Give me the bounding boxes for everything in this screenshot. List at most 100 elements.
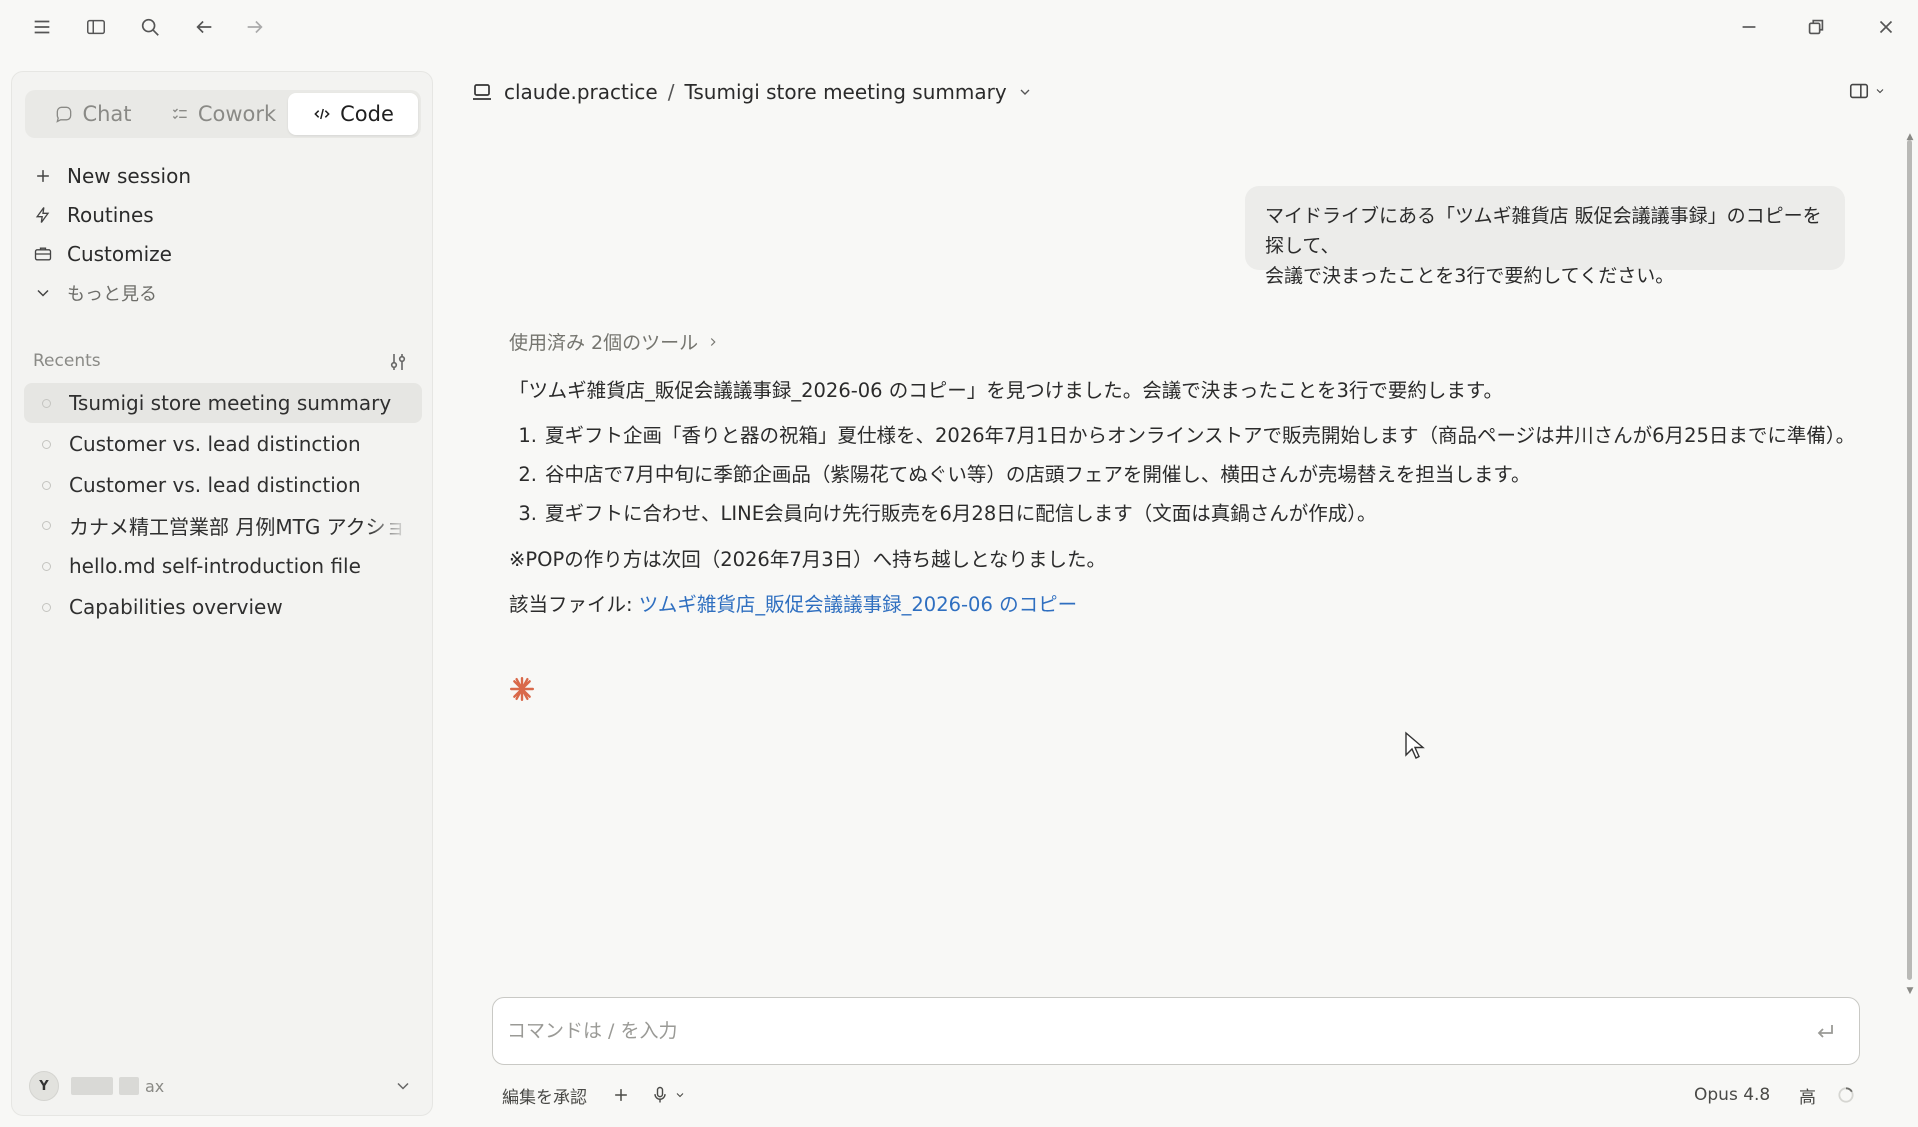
workspace-name[interactable]: claude.practice bbox=[504, 80, 658, 104]
recents-heading: Recents bbox=[33, 351, 101, 371]
user-message-line: マイドライブにある「ツムギ雑貨店 販促会議議事録」のコピーを探して、 bbox=[1265, 205, 1822, 257]
panel-icon bbox=[1849, 83, 1869, 99]
redacted-name-block bbox=[119, 1077, 139, 1095]
routines-label: Routines bbox=[67, 203, 154, 227]
recent-item[interactable]: Customer vs. lead distinction bbox=[24, 465, 422, 505]
plus-icon bbox=[615, 1089, 627, 1101]
recent-item-label: カナメ精工営業部 月例MTG アクション項目 bbox=[69, 514, 409, 539]
tab-code[interactable]: Code bbox=[288, 93, 418, 135]
command-input[interactable] bbox=[507, 1012, 1787, 1050]
tools-used-label: 使用済み 2個のツール bbox=[509, 332, 699, 354]
status-dot-icon bbox=[42, 602, 51, 612]
recent-item-label: Customer vs. lead distinction bbox=[69, 432, 361, 456]
recent-item[interactable]: Tsumigi store meeting summary bbox=[24, 383, 422, 423]
new-session-label: New session bbox=[67, 164, 192, 188]
user-message-bubble: マイドライブにある「ツムギ雑貨店 販促会議議事録」のコピーを探して、 会議で決ま… bbox=[1245, 186, 1845, 287]
recent-item[interactable]: hello.md self-introduction file bbox=[24, 546, 422, 586]
plus-icon bbox=[37, 170, 49, 182]
lightning-icon bbox=[35, 207, 50, 223]
chevron-right-icon bbox=[710, 337, 716, 346]
chevron-down-icon[interactable] bbox=[1017, 84, 1033, 100]
status-dot-icon bbox=[42, 561, 51, 571]
context-usage-ring bbox=[1836, 1080, 1856, 1110]
command-composer[interactable] bbox=[492, 997, 1860, 1065]
new-session-button[interactable]: New session bbox=[33, 160, 191, 192]
restore-icon[interactable] bbox=[1801, 12, 1831, 42]
search-icon[interactable] bbox=[135, 12, 165, 42]
file-reference-label: 該当ファイル: bbox=[509, 593, 639, 616]
recent-item-label: Tsumigi store meeting summary bbox=[69, 391, 392, 415]
page-title[interactable]: Tsumigi store meeting summary bbox=[684, 80, 1006, 104]
file-reference: 該当ファイル: ツムギ雑貨店_販促会議議事録_2026-06 のコピー bbox=[509, 588, 1077, 617]
recent-item[interactable]: Capabilities overview bbox=[24, 587, 422, 627]
avatar: Y bbox=[29, 1071, 59, 1101]
tab-chat-label: Chat bbox=[82, 102, 132, 126]
laptop-icon bbox=[473, 84, 491, 100]
sidebar-toggle-icon[interactable] bbox=[81, 12, 111, 42]
recent-item-label: Customer vs. lead distinction bbox=[69, 473, 361, 497]
status-dot-icon bbox=[42, 520, 51, 530]
scrollbar-thumb[interactable] bbox=[1907, 140, 1912, 980]
model-selector[interactable]: Opus 4.8 bbox=[1694, 1080, 1770, 1110]
back-arrow-icon[interactable] bbox=[189, 12, 219, 42]
approve-edits-button[interactable]: 編集を承認 bbox=[502, 1080, 587, 1110]
chevron-down-icon bbox=[676, 1093, 684, 1098]
recent-item[interactable]: Customer vs. lead distinction bbox=[24, 424, 422, 464]
voice-input-button[interactable] bbox=[650, 1080, 686, 1110]
sidebar: Chat Cowork Code New session Routines Cu… bbox=[11, 71, 433, 1116]
tab-chat[interactable]: Chat bbox=[28, 93, 158, 135]
mouse-cursor-icon bbox=[1405, 731, 1425, 759]
assistant-note: ※POPの作り方は次回（2026年7月3日）へ持ち越しとなりました。 bbox=[509, 548, 1107, 571]
minimize-icon[interactable] bbox=[1734, 12, 1764, 42]
enter-icon[interactable] bbox=[1813, 1020, 1837, 1044]
progress-ring-icon bbox=[1838, 1087, 1854, 1103]
user-name-suffix: ax bbox=[145, 1076, 165, 1096]
user-account-button[interactable]: Y ax bbox=[29, 1068, 419, 1104]
chevron-down-icon bbox=[397, 1082, 409, 1090]
title-bar bbox=[0, 0, 1918, 54]
status-dot-icon bbox=[42, 439, 51, 449]
show-more-label: もっと見る bbox=[67, 284, 157, 305]
code-icon bbox=[314, 108, 330, 120]
customize-button[interactable]: Customize bbox=[33, 238, 172, 270]
scroll-down-arrow[interactable]: ▼ bbox=[1904, 986, 1916, 996]
user-name: ax bbox=[71, 1077, 164, 1096]
spark-icon bbox=[509, 676, 535, 702]
tools-used-toggle[interactable]: 使用済み 2個のツール bbox=[509, 328, 720, 355]
redacted-name-block bbox=[71, 1077, 113, 1095]
menu-icon[interactable] bbox=[27, 12, 57, 42]
briefcase-icon bbox=[34, 247, 52, 261]
file-link[interactable]: ツムギ雑貨店_販促会議議事録_2026-06 のコピー bbox=[639, 593, 1077, 616]
tab-cowork[interactable]: Cowork bbox=[158, 93, 288, 135]
chat-bubble-icon bbox=[56, 106, 72, 123]
add-attachment-button[interactable] bbox=[611, 1080, 631, 1110]
list-item: 1. 夏ギフト企画「香りと器の祝箱」夏仕様を、2026年7月1日からオンラインスト… bbox=[518, 424, 1856, 447]
checklist-icon bbox=[172, 108, 187, 120]
chevron-down-icon bbox=[37, 289, 49, 297]
composer-toolbar: 編集を承認 Opus 4.8 高 bbox=[502, 1080, 1854, 1110]
status-dot-icon bbox=[42, 398, 51, 408]
recent-item[interactable]: カナメ精工営業部 月例MTG アクション項目 bbox=[24, 505, 422, 545]
filter-sliders-icon[interactable] bbox=[386, 350, 410, 374]
microphone-icon bbox=[654, 1086, 666, 1103]
routines-button[interactable]: Routines bbox=[33, 199, 154, 231]
mode-tabs: Chat Cowork Code bbox=[25, 90, 421, 138]
recent-item-label: hello.md self-introduction file bbox=[69, 554, 361, 578]
forward-arrow-icon[interactable] bbox=[240, 12, 270, 42]
breadcrumb-separator: / bbox=[667, 80, 675, 104]
effort-selector[interactable]: 高 bbox=[1799, 1080, 1816, 1110]
side-panel-toggle[interactable] bbox=[1848, 78, 1892, 104]
list-item: 2. 谷中店で7月中旬に季節企画品（紫陽花てぬぐい等）の店頭フェアを開催し、横田さ… bbox=[518, 463, 1531, 486]
breadcrumb[interactable]: claude.practice / Tsumigi store meeting … bbox=[470, 76, 1033, 108]
tab-code-label: Code bbox=[340, 102, 394, 126]
list-item: 3. 夏ギフトに合わせ、LINE会員向け先行販売を6月28日に配信します（文面は真… bbox=[518, 502, 1377, 525]
chevron-down-icon bbox=[1876, 89, 1884, 94]
user-message-line: 会議で決まったことを3行で要約してください。 bbox=[1265, 265, 1675, 287]
tab-cowork-label: Cowork bbox=[197, 102, 277, 126]
close-icon[interactable] bbox=[1871, 12, 1901, 42]
recent-item-label: Capabilities overview bbox=[69, 595, 283, 619]
customize-label: Customize bbox=[67, 242, 172, 266]
assistant-intro: 「ツムギ雑貨店_販促会議議事録_2026-06 のコピー」を見つけました。会議で… bbox=[509, 379, 1503, 402]
show-more-button[interactable]: もっと見る bbox=[33, 277, 157, 309]
status-dot-icon bbox=[42, 480, 51, 490]
